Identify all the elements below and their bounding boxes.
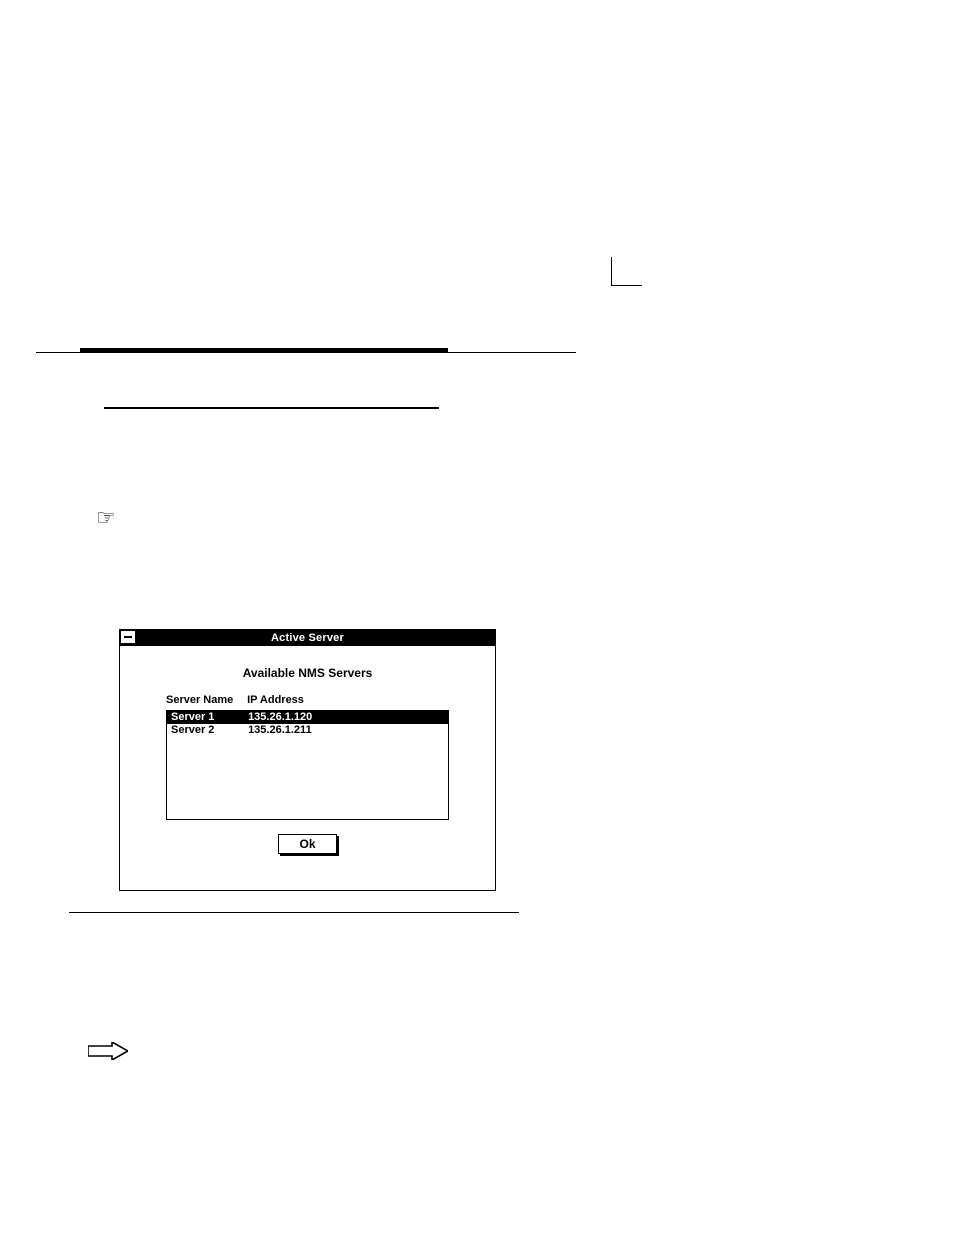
note-marker (88, 1042, 128, 1060)
server-listbox[interactable]: Server 1 135.26.1.120 Server 2 135.26.1.… (166, 710, 449, 820)
pointing-hand-icon: ☞ (96, 507, 116, 529)
cell-ip-address: 135.26.1.120 (248, 711, 312, 724)
dialog-body: Available NMS Servers Server Name IP Add… (120, 646, 495, 864)
cell-server-name: Server 2 (171, 724, 245, 737)
section-rule-thick (80, 348, 448, 353)
cell-server-name: Server 1 (171, 711, 245, 724)
dialog-titlebar[interactable]: Active Server (120, 630, 495, 646)
crop-mark-icon (611, 257, 642, 286)
header-server-name: Server Name (166, 694, 244, 706)
page: ☞ Active Server Available NMS Servers Se… (0, 0, 954, 1235)
section-rule-mid (104, 407, 439, 409)
list-item[interactable]: Server 2 135.26.1.211 (167, 724, 448, 737)
available-servers-label: Available NMS Servers (148, 666, 467, 680)
content-block (36, 348, 576, 409)
figure-caption-rule (69, 912, 519, 913)
dialog-title: Active Server (271, 632, 344, 644)
system-menu-icon[interactable] (120, 630, 136, 644)
ok-button[interactable]: Ok (278, 834, 336, 854)
header-ip-address: IP Address (247, 694, 304, 706)
pointer-note: ☞ (96, 505, 116, 528)
active-server-dialog: Active Server Available NMS Servers Serv… (119, 629, 496, 891)
list-item[interactable]: Server 1 135.26.1.120 (167, 711, 448, 724)
list-headers: Server Name IP Address (148, 694, 467, 706)
note-arrow-icon (88, 1042, 128, 1060)
cell-ip-address: 135.26.1.211 (248, 724, 312, 737)
